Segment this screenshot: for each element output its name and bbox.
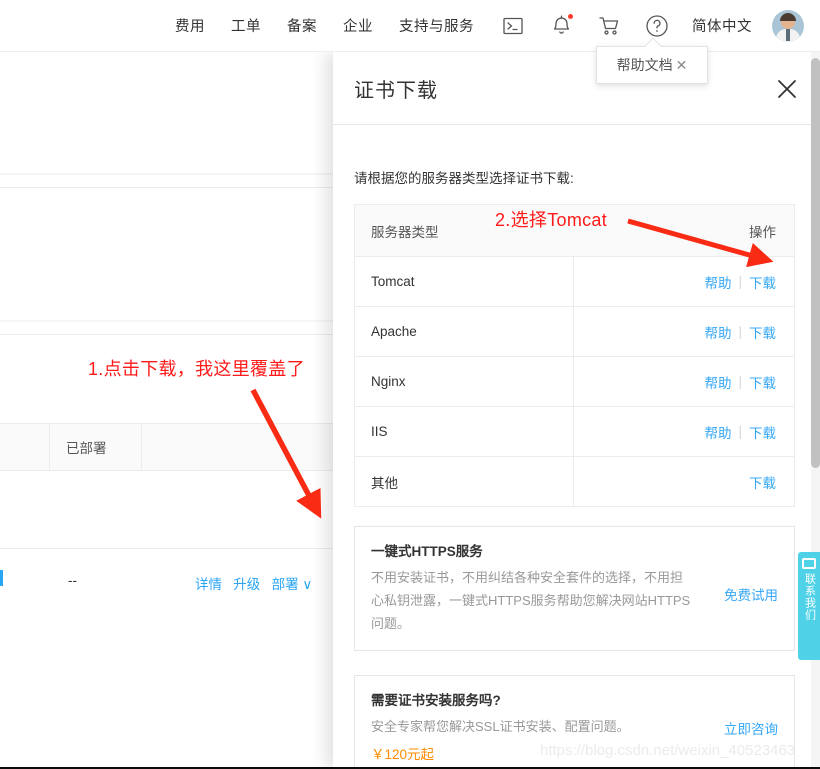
table-row[interactable] bbox=[0, 471, 350, 549]
chevron-down-icon[interactable]: ∨ bbox=[302, 577, 312, 592]
scrollbar-thumb[interactable] bbox=[811, 58, 820, 468]
promo-https-desc: 不用安装证书，不用纠结各种安全套件的选择，不用担心私钥泄露，一键式HTTPS服务… bbox=[371, 570, 691, 631]
cart-icon[interactable] bbox=[596, 13, 622, 39]
avatar-hair bbox=[780, 12, 796, 21]
bg-action-deploy[interactable]: 部署 bbox=[272, 577, 299, 592]
promo-card-https: 一键式HTTPS服务 不用安装证书，不用纠结各种安全套件的选择，不用担心私钥泄露… bbox=[354, 526, 795, 651]
table-row[interactable]: 其他 下载 bbox=[355, 456, 794, 507]
cell-server-type: Tomcat bbox=[355, 256, 574, 307]
action-separator: | bbox=[738, 324, 742, 339]
cell-actions: 下载 bbox=[574, 457, 794, 507]
server-type-table: 服务器类型 操作 Tomcat 帮助 | 下载 Apache 帮助 | 下载 N… bbox=[354, 204, 795, 507]
cell-actions: 帮助 | 下载 bbox=[574, 257, 794, 307]
nav-item-support[interactable]: 支持与服务 bbox=[399, 15, 474, 36]
background-table-header: 已部署 bbox=[0, 423, 350, 471]
cell-server-type: Nginx bbox=[355, 356, 574, 407]
nav-item-ticket[interactable]: 工单 bbox=[231, 15, 261, 36]
drawer-header: 证书下载 bbox=[333, 52, 820, 125]
notification-badge bbox=[568, 13, 573, 19]
promo-install-desc: 安全专家帮您解决SSL证书安装、配置问题。 bbox=[371, 719, 630, 734]
top-navigation-bar: 费用 工单 备案 企业 支持与服务 简体中文 bbox=[0, 0, 820, 52]
help-circle-icon[interactable] bbox=[644, 13, 670, 39]
table-row[interactable]: Nginx 帮助 | 下载 bbox=[355, 356, 794, 407]
help-link-tomcat[interactable]: 帮助 bbox=[704, 272, 731, 292]
bell-icon[interactable] bbox=[548, 13, 574, 39]
contact-us-tab[interactable]: 联系我们 bbox=[798, 552, 820, 660]
bg-action-detail[interactable]: 详情 bbox=[195, 577, 222, 592]
download-link-nginx[interactable]: 下载 bbox=[749, 372, 776, 392]
bg-col-deployed: 已部署 bbox=[50, 423, 142, 471]
promo-install-title: 需要证书安装服务吗? bbox=[371, 693, 501, 708]
app-root: 已部署 -- 详情 升级 部署 ∨ 联系我们 证书下载 请根据您的服务器类型选择… bbox=[0, 0, 820, 769]
download-link-tomcat[interactable]: 下载 bbox=[749, 272, 776, 292]
promo-https-title: 一键式HTTPS服务 bbox=[371, 544, 483, 559]
nav-item-enterprise[interactable]: 企业 bbox=[343, 15, 373, 36]
action-separator: | bbox=[738, 274, 742, 289]
avatar-tie bbox=[786, 28, 790, 41]
chat-bubble-icon bbox=[802, 558, 816, 569]
page-title: 证书下载 bbox=[354, 79, 438, 102]
bg-cell-value: -- bbox=[68, 573, 77, 588]
annotation-step-1: 1.点击下载，我这里覆盖了 bbox=[88, 359, 305, 379]
help-link-apache[interactable]: 帮助 bbox=[704, 322, 731, 342]
terminal-icon[interactable] bbox=[500, 13, 526, 39]
avatar[interactable] bbox=[772, 9, 804, 42]
cell-actions: 帮助 | 下载 bbox=[574, 307, 794, 357]
table-row[interactable]: IIS 帮助 | 下载 bbox=[355, 406, 794, 457]
cell-server-type: Apache bbox=[355, 306, 574, 357]
drawer-subtitle: 请根据您的服务器类型选择证书下载: bbox=[354, 171, 574, 186]
consult-now-link[interactable]: 立即咨询 bbox=[724, 718, 778, 738]
help-link-nginx[interactable]: 帮助 bbox=[704, 372, 731, 392]
bg-action-upgrade[interactable]: 升级 bbox=[233, 577, 260, 592]
help-doc-label: 帮助文档 bbox=[616, 57, 673, 73]
download-link-apache[interactable]: 下载 bbox=[749, 322, 776, 342]
help-link-iis[interactable]: 帮助 bbox=[704, 422, 731, 442]
watermark: https://blog.csdn.net/weixin_40523463 bbox=[540, 742, 796, 759]
nav-item-cost[interactable]: 费用 bbox=[175, 15, 205, 36]
nav-item-icp[interactable]: 备案 bbox=[287, 15, 317, 36]
cell-actions: 帮助 | 下载 bbox=[574, 357, 794, 407]
download-link-iis[interactable]: 下载 bbox=[749, 422, 776, 442]
cell-actions: 帮助 | 下载 bbox=[574, 407, 794, 457]
cell-server-type: IIS bbox=[355, 406, 574, 457]
free-trial-link[interactable]: 免费试用 bbox=[724, 584, 778, 604]
table-row[interactable]: Tomcat 帮助 | 下载 bbox=[355, 256, 794, 307]
cell-server-type: 其他 bbox=[355, 456, 574, 507]
contact-us-label: 联系我们 bbox=[803, 573, 816, 621]
action-separator: | bbox=[738, 374, 742, 389]
tooltip-close-icon[interactable]: ✕ bbox=[676, 57, 688, 74]
row-accent-bar bbox=[0, 570, 3, 586]
bg-col-blank bbox=[0, 423, 50, 471]
page-scrollbar[interactable] bbox=[811, 52, 820, 769]
help-doc-tooltip: 帮助文档 ✕ bbox=[596, 37, 708, 84]
certificate-download-drawer: 证书下载 请根据您的服务器类型选择证书下载: 服务器类型 操作 Tomcat 帮… bbox=[333, 52, 820, 769]
download-link-other[interactable]: 下载 bbox=[749, 472, 776, 492]
bg-row-actions[interactable]: 详情 升级 部署 ∨ bbox=[195, 573, 312, 593]
annotation-step-2: 2.选择Tomcat bbox=[495, 210, 608, 230]
background-table: 已部署 bbox=[0, 423, 350, 549]
action-separator: | bbox=[738, 424, 742, 439]
language-selector[interactable]: 简体中文 bbox=[692, 15, 752, 36]
table-row[interactable]: Apache 帮助 | 下载 bbox=[355, 306, 794, 357]
bg-col-empty bbox=[142, 423, 350, 471]
close-icon[interactable] bbox=[775, 77, 799, 101]
